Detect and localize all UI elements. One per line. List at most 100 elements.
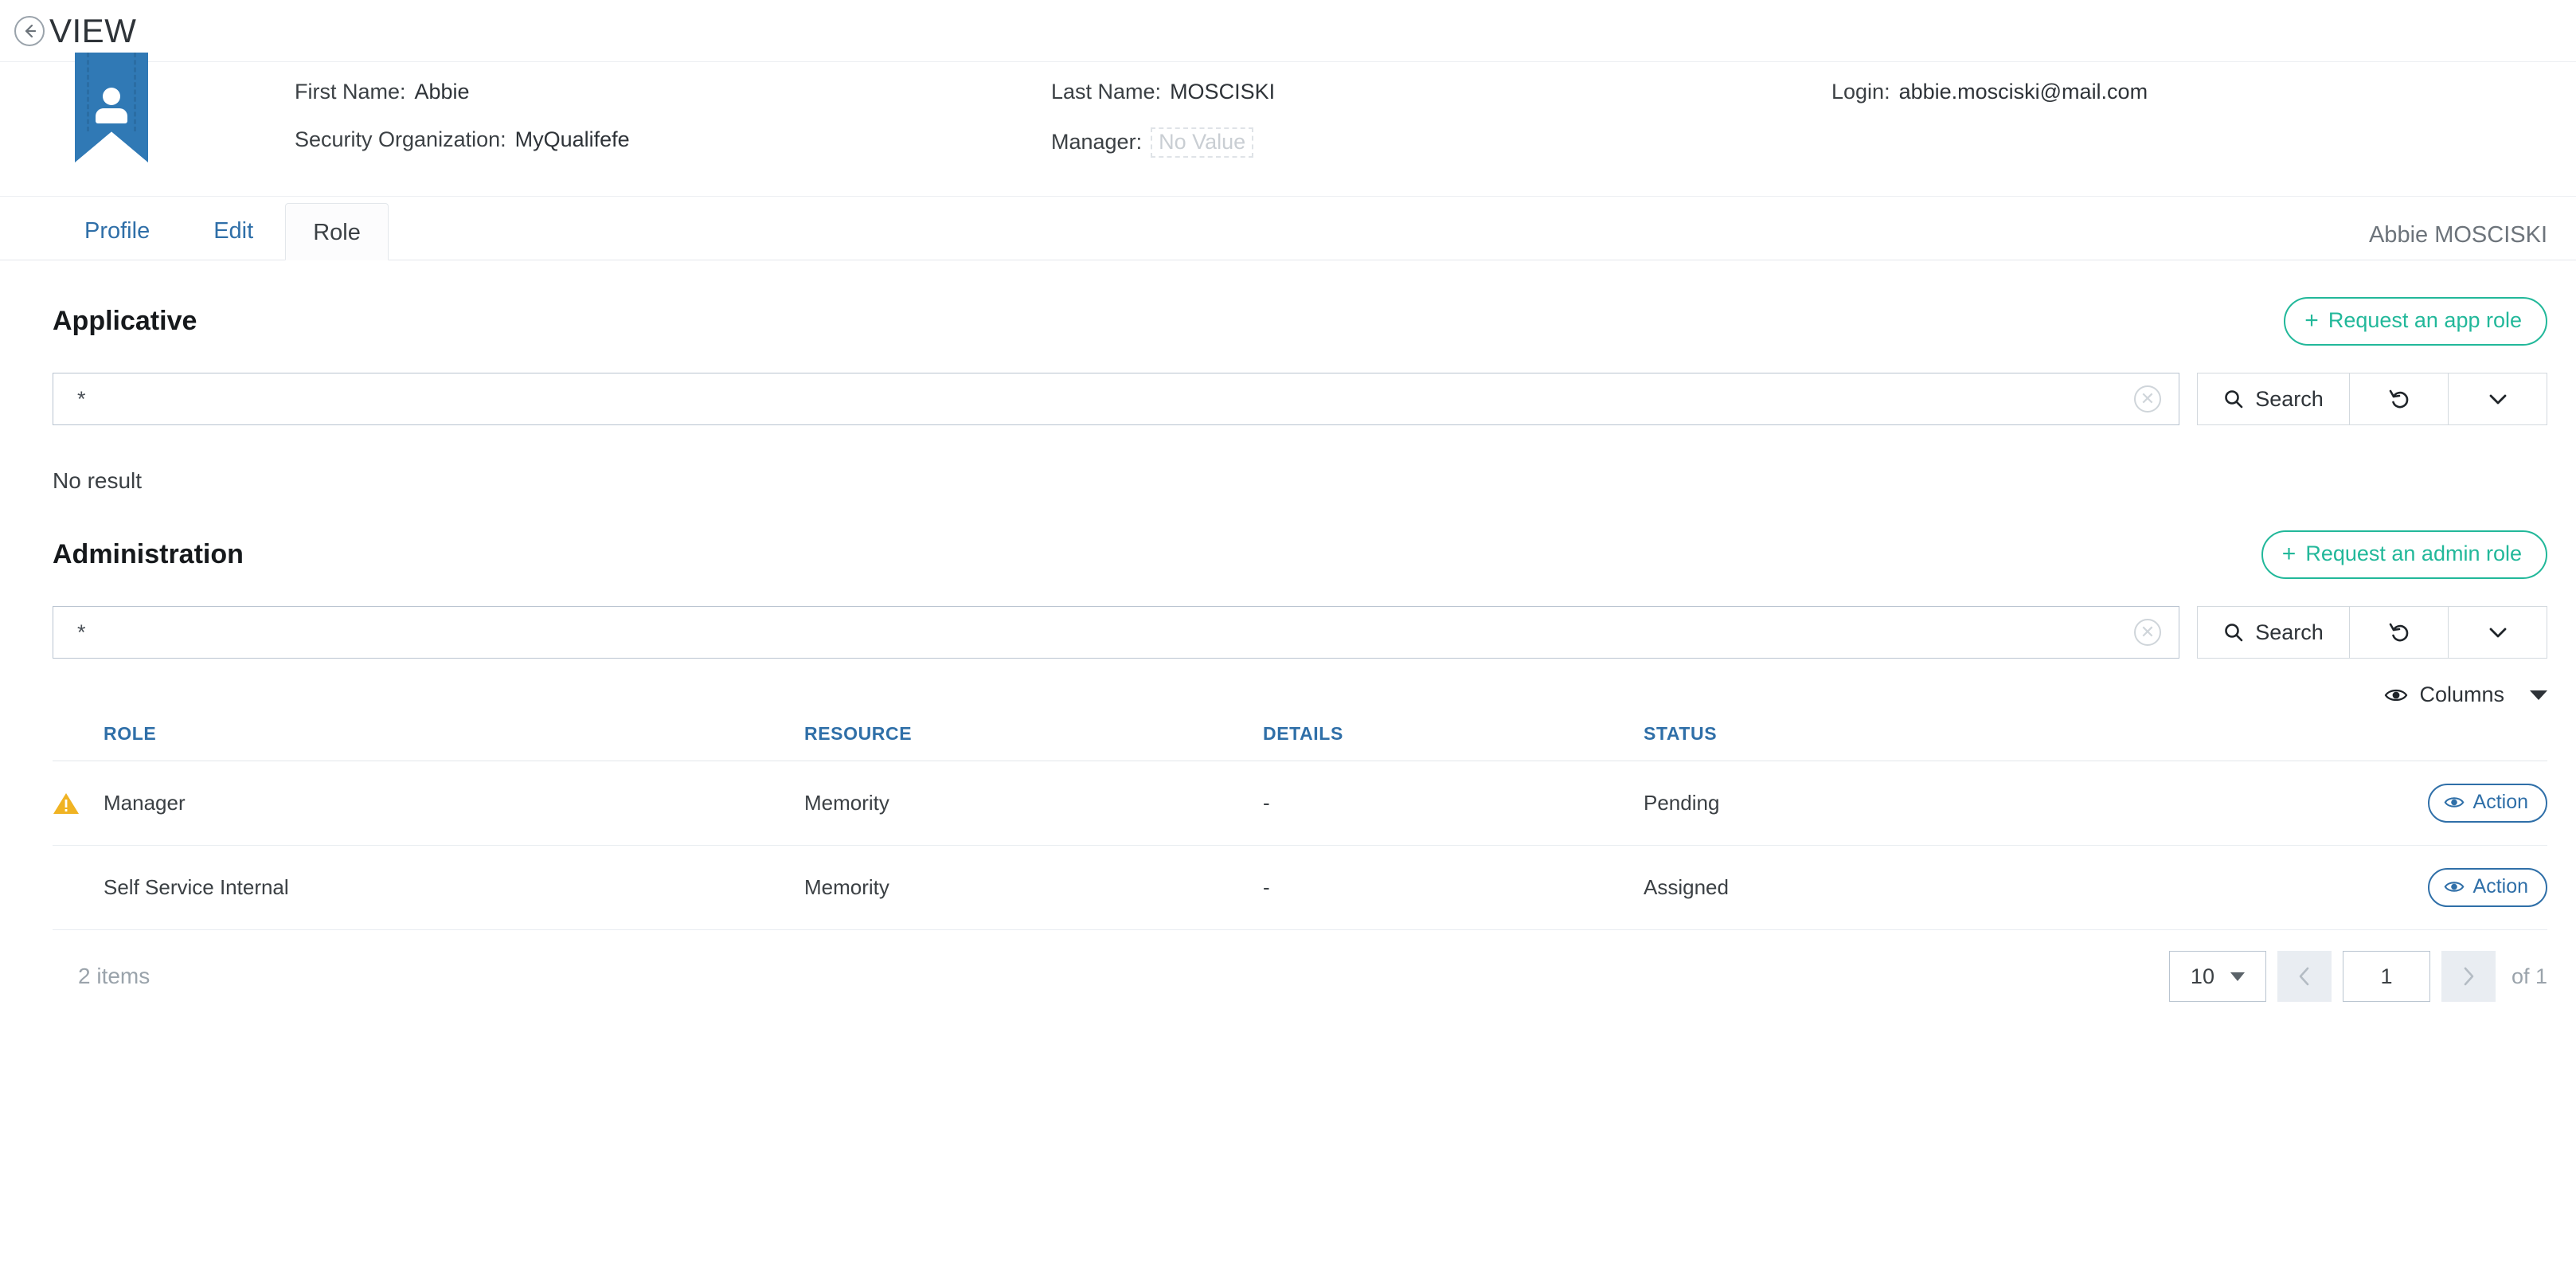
undo-icon [2387,387,2411,411]
search-icon [2223,622,2244,643]
cell-details: - [1263,846,1644,930]
action-button-label: Action [2473,875,2528,898]
request-admin-role-button[interactable]: + Request an admin role [2261,530,2547,579]
th-flag [53,715,104,761]
cell-action: Action [2360,846,2547,930]
reset-search-button[interactable] [2350,373,2449,425]
page-title: VIEW [49,14,136,48]
field-label: Login: [1831,80,1890,104]
field-value: Abbie [415,80,470,104]
tab-bar: Profile Edit Role Abbie MOSCISKI [0,197,2576,260]
table-footer: 2 items 10 of 1 [53,930,2547,1002]
applicative-search-buttons: Search [2197,373,2547,425]
expand-search-button[interactable] [2449,373,2547,425]
field-first-name: First Name: Abbie [295,80,1051,127]
back-button[interactable] [14,16,45,46]
request-app-role-button[interactable]: + Request an app role [2284,297,2547,346]
reset-search-button[interactable] [2350,606,2449,659]
administration-search-buttons: Search [2197,606,2547,659]
field-value: abbie.mosciski@mail.com [1899,80,2148,104]
roles-table: ROLE RESOURCE DETAILS STATUS Manager Mem… [53,715,2547,930]
cell-role: Self Service Internal [104,846,804,930]
cell-status: Pending [1644,761,2360,846]
pagination: 10 of 1 [2169,951,2547,1002]
cell-status: Assigned [1644,846,2360,930]
field-label: Manager: [1051,130,1142,154]
cell-action: Action [2360,761,2547,846]
plus-icon: + [2282,542,2297,566]
applicative-title: Applicative [53,306,197,337]
eye-icon [2384,686,2408,704]
th-resource[interactable]: RESOURCE [804,715,1263,761]
field-manager: Manager: No Value [1051,127,1831,175]
th-role[interactable]: ROLE [104,715,804,761]
tab-role[interactable]: Role [285,203,389,260]
search-input[interactable] [76,386,2134,413]
chevron-left-icon [2297,964,2312,988]
chevron-down-icon [2230,972,2245,981]
user-menu[interactable]: Abbie MOSCISKI [2337,222,2547,260]
table-row[interactable]: Manager Memority - Pending Action [53,761,2547,846]
user-menu-label: Abbie MOSCISKI [2369,222,2547,248]
chevron-down-icon [2486,390,2510,408]
action-button[interactable]: Action [2428,784,2547,823]
columns-bar: Columns [53,659,2547,715]
cell-role: Manager [104,761,804,846]
search-button-label: Search [2255,620,2324,645]
field-value: MyQualifefe [515,127,630,152]
columns-button[interactable]: Columns [2384,682,2547,707]
tab-profile[interactable]: Profile [53,202,182,260]
applicative-search-box[interactable]: ✕ [53,373,2179,425]
page-size-select[interactable]: 10 [2169,951,2266,1002]
th-action [2360,715,2547,761]
warning-triangle-icon [53,792,80,815]
search-button-label: Search [2255,387,2324,412]
chevron-down-icon [2486,624,2510,641]
applicative-section: Applicative + Request an app role ✕ Sear… [0,260,2576,494]
caret-down-icon [2530,690,2547,700]
prev-page-button[interactable] [2277,951,2332,1002]
th-status[interactable]: STATUS [1644,715,2360,761]
administration-title: Administration [53,539,244,570]
chevron-right-icon [2461,964,2476,988]
request-admin-role-label: Request an admin role [2305,542,2522,566]
cell-details: - [1263,761,1644,846]
tab-edit[interactable]: Edit [182,202,285,260]
search-icon [2223,389,2244,409]
applicative-empty-state: No result [53,425,2547,494]
field-empty-value: No Value [1151,127,1253,158]
person-badge-icon [75,53,148,162]
cell-resource: Memority [804,761,1263,846]
cell-resource: Memority [804,846,1263,930]
page-header: VIEW [0,0,2576,62]
eye-icon [2444,879,2465,894]
close-circle-icon[interactable]: ✕ [2134,385,2161,413]
total-pages-label: of 1 [2512,964,2547,989]
search-button[interactable]: Search [2197,606,2350,659]
row-flag-cell [53,846,104,930]
next-page-button[interactable] [2441,951,2496,1002]
administration-section: Administration + Request an admin role ✕… [0,494,2576,1002]
identity-panel: First Name: Abbie Security Organization:… [0,62,2576,197]
close-circle-icon[interactable]: ✕ [2134,619,2161,646]
search-input[interactable] [76,620,2134,646]
th-details[interactable]: DETAILS [1263,715,1644,761]
field-label: Security Organization: [295,127,506,152]
items-count: 2 items [53,964,150,989]
field-value: MOSCISKI [1170,80,1275,104]
plus-icon: + [2304,309,2319,333]
field-login: Login: abbie.mosciski@mail.com [1831,80,2148,127]
field-label: First Name: [295,80,406,104]
administration-search-box[interactable]: ✕ [53,606,2179,659]
field-last-name: Last Name: MOSCISKI [1051,80,1831,127]
undo-icon [2387,620,2411,644]
request-app-role-label: Request an app role [2328,308,2522,333]
columns-label: Columns [2419,682,2504,707]
table-row[interactable]: Self Service Internal Memority - Assigne… [53,846,2547,930]
action-button[interactable]: Action [2428,868,2547,907]
administration-search-row: ✕ Search [53,606,2547,659]
expand-search-button[interactable] [2449,606,2547,659]
page-number-input[interactable] [2343,951,2430,1002]
search-button[interactable]: Search [2197,373,2350,425]
field-security-organization: Security Organization: MyQualifefe [295,127,1051,175]
